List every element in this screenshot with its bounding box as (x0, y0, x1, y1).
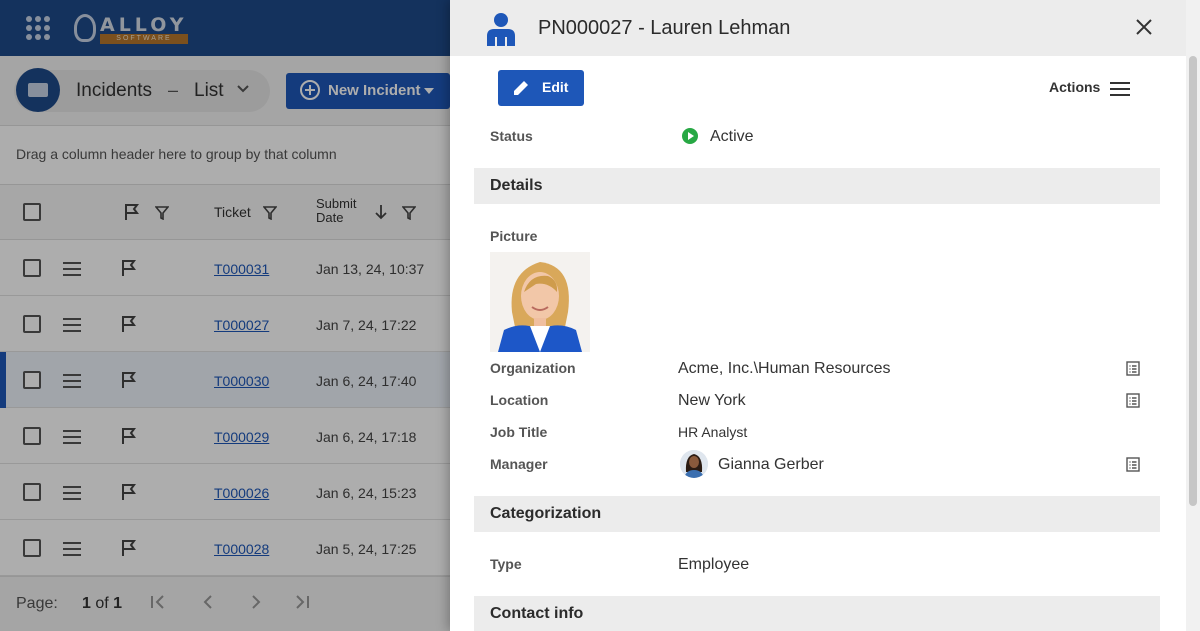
panel-title: PN000027 - Lauren Lehman (538, 17, 791, 39)
type-value: Employee (678, 556, 750, 573)
type-label: Type (490, 556, 522, 572)
location-value: New York (678, 392, 746, 409)
section-contact-info[interactable]: Contact info (474, 596, 1160, 631)
status-label: Status (490, 128, 533, 144)
edit-button[interactable] (498, 70, 584, 106)
job-title-label: Job Title (490, 424, 548, 440)
organization-label: Organization (490, 360, 576, 376)
status-value: Active (710, 128, 754, 145)
section-details[interactable]: Details (474, 168, 1160, 204)
picture-label: Picture (490, 228, 538, 244)
location-label: Location (490, 392, 549, 408)
job-title-value: HR Analyst (678, 424, 748, 440)
organization-value: Acme, Inc.\Human Resources (678, 360, 891, 377)
menu-icon[interactable] (1110, 82, 1130, 96)
manager-avatar (680, 450, 708, 478)
section-categorization[interactable]: Categorization (474, 496, 1160, 532)
manager-label: Manager (490, 456, 548, 472)
modal-backdrop[interactable] (0, 0, 450, 631)
profile-picture (490, 252, 590, 352)
section-title: Categorization (490, 505, 602, 522)
person-icon (487, 13, 515, 46)
panel-scrollbar[interactable] (1186, 0, 1200, 631)
section-title: Contact info (490, 605, 584, 622)
section-title: Details (490, 177, 543, 194)
edit-label: Edit (542, 79, 569, 95)
pencil-icon (514, 81, 528, 95)
scrollbar-thumb[interactable] (1189, 56, 1197, 506)
manager-value[interactable]: Gianna Gerber (718, 456, 824, 474)
close-icon[interactable] (1136, 19, 1152, 35)
lookup-icon[interactable] (1126, 457, 1140, 472)
person-detail-panel: PN000027 - Lauren Lehman Edit Actions St… (450, 0, 1200, 631)
active-status-icon (682, 128, 698, 144)
lookup-icon[interactable] (1126, 393, 1140, 408)
actions-button[interactable]: Actions (1049, 79, 1100, 95)
lookup-icon[interactable] (1126, 361, 1140, 376)
